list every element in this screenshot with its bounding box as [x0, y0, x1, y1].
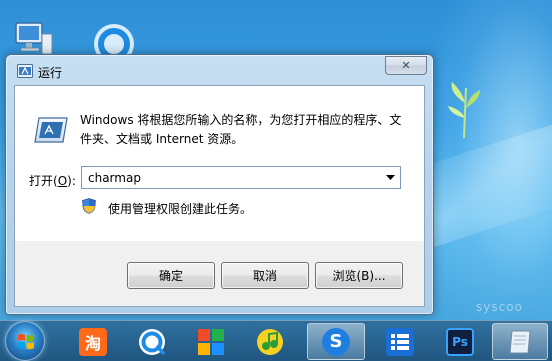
uac-shield-icon	[82, 198, 96, 214]
sogou-taskbar-item[interactable]: S	[307, 323, 365, 360]
dropdown-arrow-button[interactable]	[380, 167, 400, 188]
open-label-accesskey: O	[57, 174, 68, 188]
dialog-content-panel: Windows 将根据您所输入的名称，为您打开相应的程序、文件夹、文档或 Int…	[15, 86, 424, 241]
dialog-title: 运行	[38, 66, 63, 80]
run-title-icon	[17, 64, 33, 78]
run-dialog: 运行 ✕ Windows 将根据您所输入的名称，为您打开相应的程序、文件夹、文档…	[5, 54, 434, 315]
close-button[interactable]: ✕	[385, 56, 427, 75]
start-button[interactable]	[5, 321, 45, 361]
chevron-down-icon	[385, 175, 395, 180]
title-bar[interactable]: 运行 ✕	[6, 55, 433, 85]
open-combobox[interactable]	[81, 166, 401, 189]
browse-button[interactable]: 浏览(B)...	[315, 262, 403, 289]
dialog-description: Windows 将根据您所输入的名称，为您打开相应的程序、文件夹、文档或 Int…	[80, 113, 402, 146]
bamboo-leaf-icon	[448, 82, 480, 138]
music-icon	[257, 328, 283, 355]
ok-button[interactable]: 确定	[127, 262, 215, 289]
notes-icon	[509, 330, 531, 353]
music-taskbar-item[interactable]	[240, 323, 300, 360]
cancel-button[interactable]: 取消	[221, 262, 309, 289]
admin-notice: 使用管理权限创建此任务。	[108, 202, 253, 216]
photoshop-icon: Ps	[446, 327, 474, 356]
open-label: 打开(O):	[29, 172, 76, 189]
open-input[interactable]	[82, 167, 380, 188]
colored-tiles-icon	[198, 328, 224, 355]
taskbar: 淘 S Ps	[0, 320, 552, 361]
tiles-taskbar-item[interactable]	[181, 323, 241, 360]
open-label-prefix: 打开(	[29, 174, 58, 188]
run-program-icon	[34, 117, 68, 143]
photoshop-taskbar-item[interactable]: Ps	[430, 323, 490, 360]
qq-browser-taskbar-item[interactable]	[122, 323, 182, 360]
open-label-suffix: ):	[67, 174, 76, 188]
list-icon	[386, 327, 414, 356]
qq-browser-icon	[139, 328, 165, 355]
notes-taskbar-item[interactable]	[492, 323, 548, 360]
sogou-icon: S	[322, 327, 350, 356]
windows-logo-icon	[18, 334, 34, 350]
close-icon: ✕	[401, 59, 411, 72]
taobao-taskbar-item[interactable]: 淘	[63, 323, 123, 360]
desktop: syscoo 运行 ✕ Windows 将根据您所输入的名称，为您打开相应的程序…	[0, 0, 552, 361]
dialog-client-area: Windows 将根据您所输入的名称，为您打开相应的程序、文件夹、文档或 Int…	[14, 85, 425, 307]
watermark: syscoo	[476, 300, 523, 314]
taobao-icon: 淘	[79, 327, 107, 356]
list-taskbar-item[interactable]	[370, 323, 430, 360]
